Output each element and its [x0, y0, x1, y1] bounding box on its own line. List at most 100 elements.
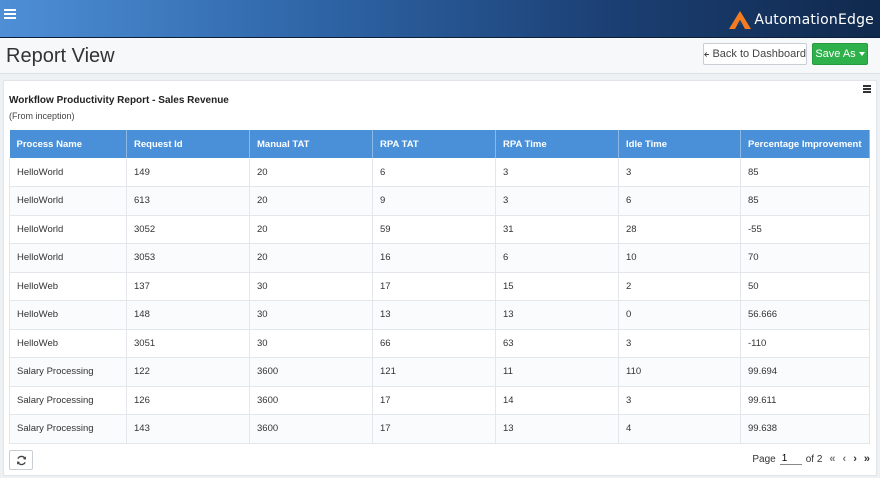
table-cell: 3053 — [126, 243, 250, 273]
table-cell: 17 — [372, 386, 496, 415]
table-row[interactable]: HelloWorld 3053 20 16 6 10 70 — [9, 243, 870, 273]
table-cell: 20 — [249, 243, 373, 273]
table-cell: HelloWorld — [9, 186, 127, 216]
table-cell: 3052 — [126, 215, 250, 244]
page-title: Report View — [6, 45, 115, 67]
page-count: of 2 — [805, 453, 823, 465]
page-number-input[interactable] — [779, 453, 802, 465]
table-row[interactable]: HelloWeb 3051 30 66 63 3 -110 — [9, 329, 870, 358]
table-cell: 3051 — [126, 329, 250, 358]
table-cell: HelloWorld — [9, 215, 127, 244]
table-cell: 143 — [126, 414, 250, 444]
refresh-button[interactable] — [9, 450, 33, 470]
table-cell: 3 — [495, 158, 619, 187]
page-header: Report View Back to Dashboard Save As — [0, 38, 880, 74]
table-cell: 137 — [126, 272, 250, 301]
back-to-dashboard-button[interactable]: Back to Dashboard — [703, 43, 807, 65]
column-header[interactable]: Percentage Improvement — [740, 130, 870, 158]
table-row[interactable]: Salary Processing 143 3600 17 13 4 99.638 — [9, 414, 870, 444]
table-cell: 15 — [495, 272, 619, 301]
table-cell: Salary Processing — [9, 386, 127, 415]
brand-logo: AutomationEdge — [729, 9, 874, 31]
column-header[interactable]: RPA Time — [495, 130, 619, 158]
table-cell: 28 — [618, 215, 741, 244]
back-to-dashboard-label: Back to Dashboard — [712, 48, 806, 60]
table-cell: 17 — [372, 414, 496, 444]
table-cell: 85 — [740, 158, 870, 187]
pagination: Page of 2 « ‹ › » — [752, 453, 870, 465]
table-cell: 3 — [618, 386, 741, 415]
table-cell: 66 — [372, 329, 496, 358]
table-cell: -55 — [740, 215, 870, 244]
save-as-button[interactable]: Save As — [812, 43, 868, 65]
table-cell: 4 — [618, 414, 741, 444]
table-cell: 3600 — [249, 357, 373, 387]
table-cell: 10 — [618, 243, 741, 273]
table-cell: 16 — [372, 243, 496, 273]
page-label: Page — [752, 453, 776, 465]
table-cell: 30 — [249, 300, 373, 330]
table-cell: HelloWeb — [9, 272, 127, 301]
brand-name: AutomationEdge — [754, 12, 874, 28]
table-row[interactable]: HelloWeb 148 30 13 13 0 56.666 — [9, 300, 870, 330]
table-cell: HelloWeb — [9, 300, 127, 330]
table-cell: 13 — [495, 414, 619, 444]
column-header[interactable]: RPA TAT — [372, 130, 496, 158]
column-header[interactable]: Request Id — [126, 130, 250, 158]
next-page-icon[interactable]: › — [853, 453, 857, 465]
first-page-icon[interactable]: « — [829, 453, 835, 465]
table-cell: 11 — [495, 357, 619, 387]
table-cell: 30 — [249, 329, 373, 358]
caret-down-icon — [858, 52, 865, 56]
table-cell: 0 — [618, 300, 741, 330]
column-header[interactable]: Manual TAT — [249, 130, 373, 158]
column-header[interactable]: Process Name — [9, 130, 127, 158]
report-subtitle: (From inception) — [9, 111, 75, 121]
column-header[interactable]: Idle Time — [618, 130, 741, 158]
table-cell: 121 — [372, 357, 496, 387]
table-cell: 13 — [372, 300, 496, 330]
table-cell: 50 — [740, 272, 870, 301]
table-cell: 56.666 — [740, 300, 870, 330]
report-table: Process Name Request Id Manual TAT RPA TAT R… — [9, 130, 870, 444]
table-row[interactable]: HelloWorld 3052 20 59 31 28 -55 — [9, 215, 870, 244]
table-cell: 3 — [618, 329, 741, 358]
table-cell: 20 — [249, 158, 373, 187]
table-cell: Salary Processing — [9, 357, 127, 387]
table-row[interactable]: Salary Processing 126 3600 17 14 3 99.611 — [9, 386, 870, 415]
table-cell: HelloWeb — [9, 329, 127, 358]
table-cell: 17 — [372, 272, 496, 301]
table-cell: 2 — [618, 272, 741, 301]
table-cell: 14 — [495, 386, 619, 415]
table-cell: HelloWorld — [9, 158, 127, 187]
table-cell: 99.638 — [740, 414, 870, 444]
table-cell: 3 — [495, 186, 619, 216]
table-cell: 13 — [495, 300, 619, 330]
table-cell: 3 — [618, 158, 741, 187]
table-cell: 126 — [126, 386, 250, 415]
table-cell: -110 — [740, 329, 870, 358]
table-row[interactable]: Salary Processing 122 3600 121 11 110 99.694 — [9, 357, 870, 387]
table-cell: 85 — [740, 186, 870, 216]
table-row[interactable]: HelloWorld 149 20 6 3 3 85 — [9, 158, 870, 187]
table-cell: 122 — [126, 357, 250, 387]
table-cell: 59 — [372, 215, 496, 244]
hamburger-menu-icon[interactable] — [4, 9, 16, 21]
table-cell: 99.611 — [740, 386, 870, 415]
table-cell: 70 — [740, 243, 870, 273]
previous-page-icon[interactable]: ‹ — [843, 453, 847, 465]
table-cell: 9 — [372, 186, 496, 216]
table-cell: 110 — [618, 357, 741, 387]
table-row[interactable]: HelloWorld 613 20 9 3 6 85 — [9, 186, 870, 216]
table-row[interactable]: HelloWeb 137 30 17 15 2 50 — [9, 272, 870, 301]
table-cell: 3600 — [249, 386, 373, 415]
panel-menu-icon[interactable] — [863, 85, 871, 93]
table-cell: 613 — [126, 186, 250, 216]
table-cell: 6 — [618, 186, 741, 216]
table-cell: 149 — [126, 158, 250, 187]
table-body: HelloWorld 149 20 6 3 3 85 HelloWorld 613 20 9 3 6 85… — [9, 158, 870, 444]
table-header-row: Process Name Request Id Manual TAT RPA TAT R… — [9, 130, 870, 158]
table-cell: 63 — [495, 329, 619, 358]
last-page-icon[interactable]: » — [864, 453, 870, 465]
report-title: Workflow Productivity Report - Sales Rev… — [9, 95, 229, 106]
